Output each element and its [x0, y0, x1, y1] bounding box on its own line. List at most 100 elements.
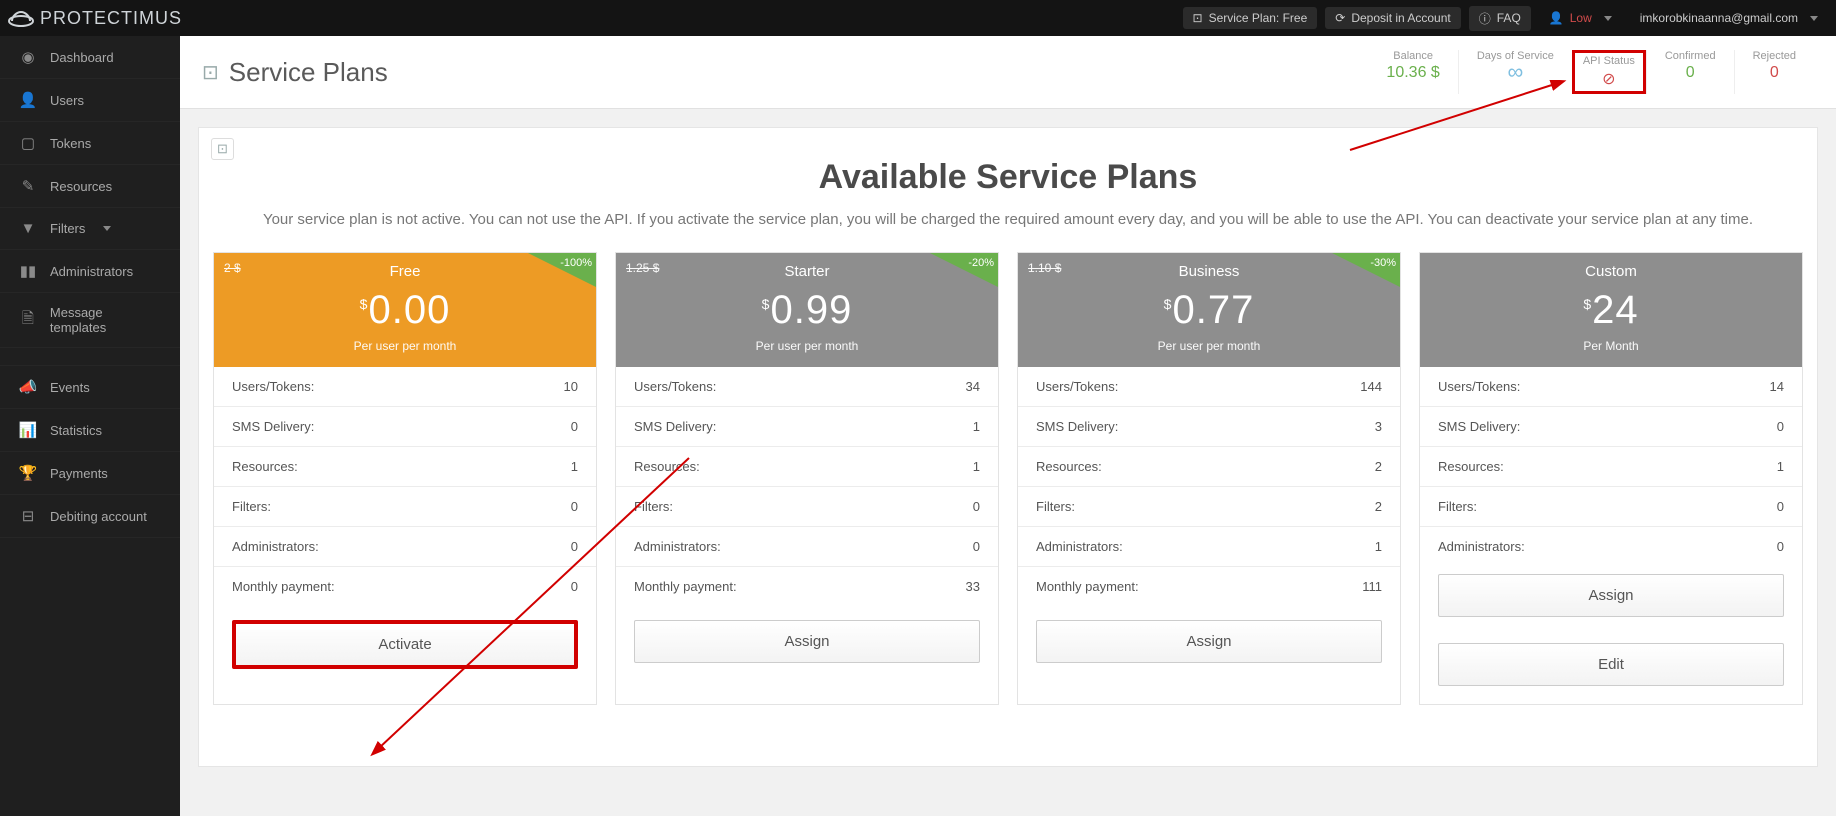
sidebar-item-administrators[interactable]: ▮▮Administrators [0, 250, 180, 293]
edit-button[interactable]: Edit [1438, 643, 1784, 686]
sidebar-item-tokens[interactable]: ▢Tokens [0, 122, 180, 165]
debiting-icon: ⊟ [18, 507, 38, 525]
sidebar-item-resources[interactable]: ✎Resources [0, 165, 180, 208]
sidebar-item-users[interactable]: 👤Users [0, 79, 180, 122]
feature-value: 0 [571, 419, 578, 434]
user-icon: 👤 [1549, 11, 1564, 25]
faq-button[interactable]: ⓘ FAQ [1469, 6, 1531, 31]
feature-label: Resources: [1438, 459, 1504, 474]
dashboard-icon: ◉ [18, 48, 38, 66]
plan-price: $0.77 [1030, 288, 1388, 333]
stat-label: API Status [1583, 55, 1635, 67]
activate-button[interactable]: Activate [232, 620, 578, 669]
plan-business: 1.10 $Business$0.77Per user per monthUse… [1017, 252, 1401, 705]
filters-icon: ▼ [18, 220, 38, 237]
feature-row: Administrators:0 [1420, 526, 1802, 566]
feature-value: 3 [1375, 419, 1382, 434]
feature-label: Filters: [1438, 499, 1477, 514]
feature-value: 2 [1375, 499, 1382, 514]
deposit-button[interactable]: ⟳ Deposit in Account [1325, 7, 1460, 29]
feature-label: Resources: [1036, 459, 1102, 474]
stat-value: 0 [1753, 64, 1796, 82]
plan-old-price: 2 $ [224, 261, 241, 275]
feature-row: Administrators:0 [214, 526, 596, 566]
faq-label: FAQ [1497, 11, 1521, 25]
sidebar-item-events[interactable]: 📣Events [0, 366, 180, 409]
blocked-icon: ⊘ [1583, 69, 1635, 89]
resources-icon: ✎ [18, 177, 38, 195]
feature-label: Administrators: [1036, 539, 1123, 554]
feature-row: Monthly payment:111 [1018, 566, 1400, 606]
sidebar-item-dashboard[interactable]: ◉ Dashboard [0, 36, 180, 79]
stat-value: 10.36 $ [1386, 64, 1439, 82]
feature-row: SMS Delivery:1 [616, 406, 998, 446]
sidebar-item-message-templates[interactable]: 🗎 Message templates [0, 293, 180, 348]
stat-api-status: API Status ⊘ [1572, 50, 1646, 94]
chevron-down-icon [103, 226, 111, 231]
feature-row: Filters: 0 [1420, 486, 1802, 526]
chevron-down-icon [1810, 16, 1818, 21]
plan-per: Per user per month [226, 339, 584, 353]
feature-value: 0 [1777, 539, 1784, 554]
sidebar-item-label: Message templates [50, 305, 162, 335]
plan-name: Custom [1432, 261, 1790, 280]
page-header: ⊡ Service Plans Balance 10.36 $ Days of … [180, 36, 1836, 109]
assign-button[interactable]: Assign [1036, 620, 1382, 663]
message-templates-icon: 🗎 [18, 308, 38, 333]
money-icon: ⊡ [1193, 11, 1203, 25]
sidebar-item-label: Dashboard [50, 50, 114, 65]
plan-custom: Custom$24Per MonthUsers/Tokens:14SMS Del… [1419, 252, 1803, 705]
feature-value: 34 [966, 379, 980, 394]
stat-value: 0 [1665, 64, 1716, 82]
service-plan-chip[interactable]: ⊡ Service Plan: Free [1183, 7, 1318, 29]
deposit-label: Deposit in Account [1351, 11, 1450, 25]
feature-row: Users/Tokens: 34 [616, 367, 998, 406]
feature-row: Monthly payment:0 [214, 566, 596, 606]
assign-button[interactable]: Assign [1438, 574, 1784, 617]
feature-row: Users/Tokens:14 [1420, 367, 1802, 406]
plan-header: 1.10 $Business$0.77Per user per month [1018, 253, 1400, 367]
feature-label: Users/Tokens: [232, 379, 314, 394]
feature-value: 0 [1777, 499, 1784, 514]
sidebar-item-debiting[interactable]: ⊟ Debiting account [0, 495, 180, 538]
feature-value: 1 [973, 419, 980, 434]
service-plan-chip-label: Service Plan: Free [1209, 11, 1308, 25]
discount-badge [528, 253, 596, 287]
feature-value: 0 [973, 499, 980, 514]
feature-value: 1 [1375, 539, 1382, 554]
sidebar-item-statistics[interactable]: 📊Statistics [0, 409, 180, 452]
feature-value: 144 [1360, 379, 1382, 394]
feature-row: Resources:1 [616, 446, 998, 486]
feature-value: 33 [966, 579, 980, 594]
topbar: PROTECTIMUS ⊡ Service Plan: Free ⟳ Depos… [0, 0, 1836, 36]
feature-value: 1 [973, 459, 980, 474]
plan-free: 2 $Free$0.00Per user per monthUsers/Toke… [213, 252, 597, 705]
plan-price: $24 [1432, 288, 1790, 333]
brand-logo[interactable]: PROTECTIMUS [8, 7, 182, 29]
account-email[interactable]: imkorobkinaanna@gmail.com [1630, 7, 1828, 29]
feature-label: Resources: [232, 459, 298, 474]
stat-balance: Balance 10.36 $ [1368, 50, 1457, 94]
security-level[interactable]: 👤 Low [1539, 7, 1622, 29]
stat-rejected: Rejected 0 [1734, 50, 1814, 94]
sidebar-item-label: Debiting account [50, 509, 147, 524]
plan-price: $0.00 [226, 288, 584, 333]
feature-label: Monthly payment: [634, 579, 737, 594]
sidebar-item-payments[interactable]: 🏆Payments [0, 452, 180, 495]
sidebar-item-label: Filters [50, 221, 85, 236]
discount-badge [1332, 253, 1400, 287]
page-title: ⊡ Service Plans [202, 57, 388, 88]
plan-per: Per user per month [1030, 339, 1388, 353]
content-subtext: Your service plan is not active. You can… [199, 197, 1817, 230]
assign-button[interactable]: Assign [634, 620, 980, 663]
plan-features: Users/Tokens: 34 SMS Delivery:1Resources:1… [616, 367, 998, 606]
feature-label: SMS Delivery: [1036, 419, 1118, 434]
plan-old-price: 1.25 $ [626, 261, 659, 275]
feature-label: Users/Tokens: [634, 379, 716, 394]
sidebar-item-label: Statistics [50, 423, 102, 438]
sidebar-item-filters[interactable]: ▼ Filters [0, 208, 180, 250]
plan-per: Per Month [1432, 339, 1790, 353]
administrators-icon: ▮▮ [18, 262, 38, 280]
content-card: ⊡ Available Service Plans Your service p… [198, 127, 1818, 767]
feature-row: Resources:2 [1018, 446, 1400, 486]
